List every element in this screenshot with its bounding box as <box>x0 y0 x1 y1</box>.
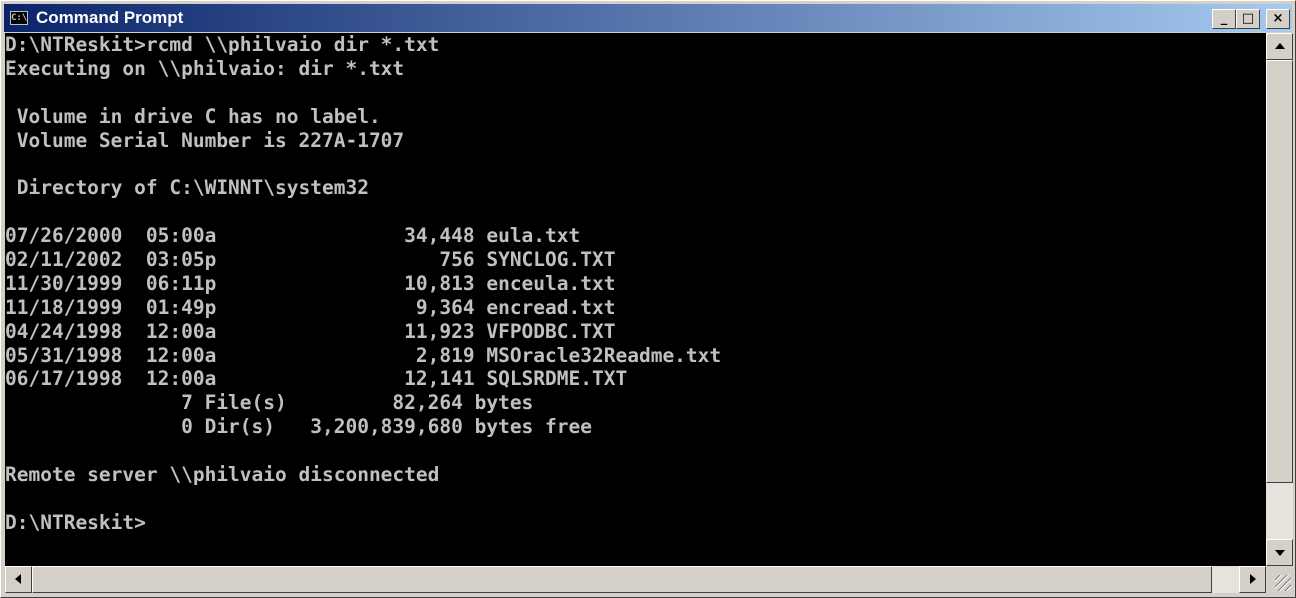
console-line: 02/11/2002 03:05p 756 SYNCLOG.TXT <box>5 248 616 272</box>
console-line: D:\NTReskit> <box>5 510 146 534</box>
maximize-icon: □ <box>1241 11 1255 26</box>
console-line: Volume in drive C has no label. <box>5 104 381 128</box>
console-line: Executing on \\philvaio: dir *.txt <box>5 56 405 80</box>
maximize-button[interactable]: □ <box>1236 9 1260 29</box>
console-line: 0 Dir(s) 3,200,839,680 bytes free <box>5 415 592 439</box>
command-prompt-window: C:\ Command Prompt _ □ × D:\NTReskit>rcm… <box>0 0 1296 598</box>
minimize-icon: _ <box>1220 11 1228 26</box>
resize-grip-icon <box>1275 575 1291 591</box>
scroll-right-button[interactable] <box>1239 566 1266 593</box>
console-output[interactable]: D:\NTReskit>rcmd \\philvaio dir *.txt Exe… <box>5 33 1266 566</box>
scroll-left-button[interactable] <box>5 566 32 593</box>
scroll-up-button[interactable] <box>1266 33 1293 60</box>
horizontal-scroll-thumb[interactable] <box>32 566 1212 593</box>
arrow-left-icon <box>15 574 21 584</box>
console-line: 11/18/1999 01:49p 9,364 encread.txt <box>5 295 616 319</box>
console-line: Remote server \\philvaio disconnected <box>5 463 440 487</box>
title-bar[interactable]: C:\ Command Prompt _ □ × <box>4 4 1292 32</box>
window-title: Command Prompt <box>36 8 184 27</box>
console-app-icon[interactable]: C:\ <box>10 11 28 25</box>
console-line: Volume Serial Number is 227A-1707 <box>5 128 405 152</box>
minimize-button[interactable]: _ <box>1212 9 1236 29</box>
close-icon: × <box>1272 11 1284 26</box>
vertical-scrollbar[interactable] <box>1266 33 1293 566</box>
resize-grip[interactable] <box>1266 566 1293 593</box>
arrow-up-icon <box>1275 43 1285 49</box>
close-button[interactable]: × <box>1266 9 1290 29</box>
scroll-down-button[interactable] <box>1266 539 1293 566</box>
console-line: 7 File(s) 82,264 bytes <box>5 391 534 415</box>
console-line: 11/30/1999 06:11p 10,813 enceula.txt <box>5 271 616 295</box>
arrow-down-icon <box>1275 550 1285 556</box>
console-line: 04/24/1998 12:00a 11,923 VFPODBC.TXT <box>5 319 616 343</box>
console-line: 05/31/1998 12:00a 2,819 MSOracle32Readme… <box>5 343 722 367</box>
console-line: 07/26/2000 05:00a 34,448 eula.txt <box>5 224 581 248</box>
arrow-right-icon <box>1250 574 1256 584</box>
console-line: 06/17/1998 12:00a 12,141 SQLSRDME.TXT <box>5 367 628 391</box>
vertical-scroll-thumb[interactable] <box>1266 60 1293 483</box>
horizontal-scrollbar[interactable] <box>5 566 1266 593</box>
console-line: Directory of C:\WINNT\system32 <box>5 176 369 200</box>
console-line: D:\NTReskit>rcmd \\philvaio dir *.txt <box>5 33 440 56</box>
